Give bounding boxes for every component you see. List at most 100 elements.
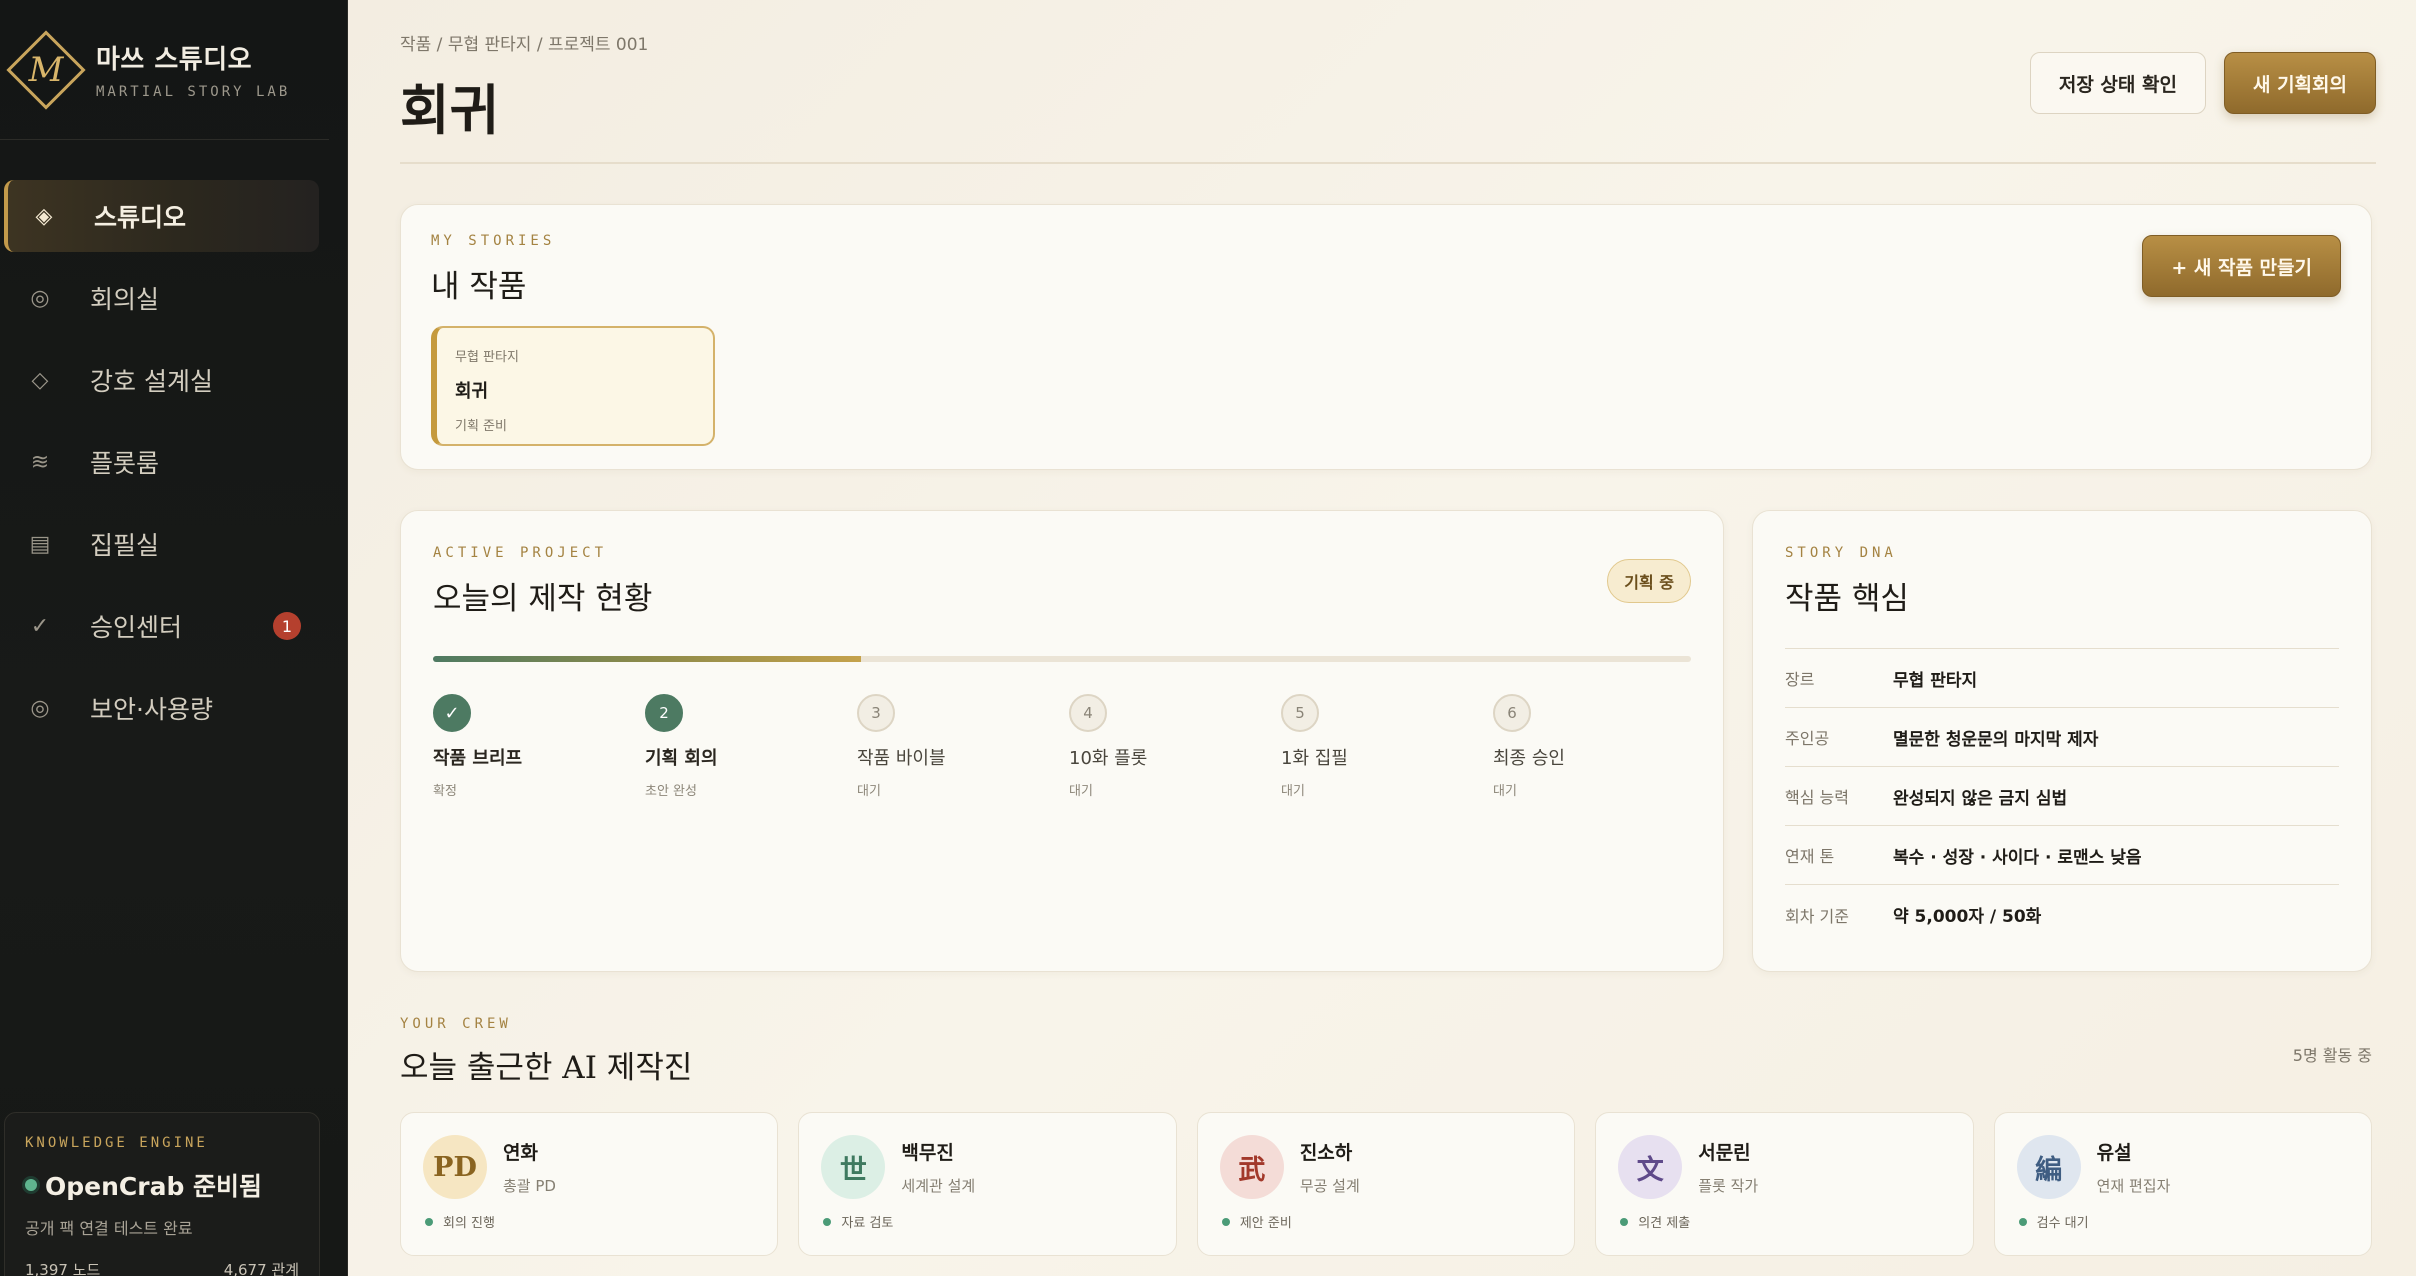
- new-story-button[interactable]: + 새 작품 만들기: [2142, 235, 2341, 297]
- step-number: 6: [1493, 694, 1531, 732]
- my-stories-card: MY STORIES 내 작품 + 새 작품 만들기 무협 판타지 회귀 기획 …: [400, 204, 2372, 470]
- section-title: 오늘의 제작 현황: [433, 581, 653, 617]
- step-label: 1화 집필: [1281, 748, 1348, 769]
- knowledge-engine-description: 공개 팩 연결 테스트 완료: [25, 1219, 193, 1238]
- status-dot-icon: [425, 1217, 433, 1226]
- crew-role: 플롯 작가: [1698, 1177, 1759, 1195]
- dna-row-protagonist: 주인공 멸문한 청운문의 마지막 제자: [1785, 708, 2339, 767]
- avatar: 世: [821, 1135, 886, 1199]
- step-story-bible[interactable]: 3 작품 바이블 대기: [857, 694, 1037, 799]
- crew-card-yeonhwa[interactable]: PD 연화 총괄 PD 회의 진행: [400, 1112, 779, 1256]
- crew-name: 진소하: [1299, 1142, 1353, 1164]
- target-ring-icon: ◎: [30, 285, 50, 311]
- step-status: 확정: [433, 784, 457, 799]
- sidebar-item-label: 강호 설계실: [90, 367, 213, 396]
- story-card[interactable]: 무협 판타지 회귀 기획 준비: [431, 326, 715, 446]
- story-name: 회귀: [455, 381, 489, 402]
- crew-role: 총괄 PD: [503, 1177, 556, 1195]
- step-number: 4: [1069, 694, 1107, 732]
- sidebar-item-label: 승인센터: [90, 613, 183, 642]
- step-number: 2: [645, 694, 683, 732]
- section-eyebrow: STORY DNA: [1785, 545, 1897, 561]
- crew-status: 제안 준비: [1239, 1216, 1292, 1231]
- check-icon: ✓: [433, 694, 471, 732]
- dna-list: 장르 무협 판타지 주인공 멸문한 청운문의 마지막 제자 핵심 능력 완성되지…: [1785, 648, 2339, 944]
- sidebar-item-label: 스튜디오: [94, 203, 187, 232]
- story-status: 기획 준비: [455, 419, 507, 434]
- step-status: 대기: [1069, 784, 1093, 799]
- step-brief[interactable]: ✓ 작품 브리프 확정: [433, 694, 613, 799]
- crew-count: 5명 활동 중: [2292, 1046, 2372, 1065]
- crew-name: 유설: [2096, 1142, 2132, 1164]
- crew-role: 무공 설계: [1299, 1177, 1360, 1195]
- knowledge-engine-status: OpenCrab 준비됨: [45, 1172, 263, 1201]
- crew-card-yuseol[interactable]: 編 유설 연재 편집자 검수 대기: [1993, 1112, 2373, 1256]
- section-eyebrow: YOUR CREW: [400, 1016, 512, 1032]
- new-meeting-button[interactable]: 새 기획회의: [2223, 52, 2376, 114]
- save-status-button[interactable]: 저장 상태 확인: [2029, 52, 2206, 114]
- sidebar-item-label: 회의실: [90, 285, 160, 314]
- crew-status: 자료 검토: [841, 1216, 894, 1231]
- progress-bar: [433, 656, 1691, 662]
- sidebar-item-approval-center[interactable]: ✓ 승인센터 1: [4, 590, 319, 662]
- step-number: 3: [857, 694, 895, 732]
- diamond-outline-icon: ◇: [31, 367, 49, 393]
- check-icon: ✓: [30, 613, 50, 639]
- dna-row-tone: 연재 톤 복수 · 성장 · 사이다 · 로맨스 낮음: [1785, 826, 2339, 885]
- sidebar-item-security-usage[interactable]: ◎ 보안·사용량: [4, 672, 319, 744]
- step-final-approval[interactable]: 6 최종 승인 대기: [1493, 694, 1673, 799]
- step-label: 10화 플롯: [1069, 748, 1148, 769]
- breadcrumb[interactable]: 작품 / 무협 판타지 / 프로젝트 001: [400, 30, 648, 55]
- step-episode-plot[interactable]: 4 10화 플롯 대기: [1069, 694, 1249, 799]
- sidebar-item-writing-room[interactable]: ▤ 집필실: [4, 508, 319, 580]
- logo-letter: M: [28, 49, 64, 90]
- section-title: 작품 핵심: [1785, 581, 1909, 617]
- brand[interactable]: M 마쓰 스튜디오 MARTIAL STORY LAB: [0, 0, 329, 140]
- dna-row-core-ability: 핵심 능력 완성되지 않은 금지 심법: [1785, 767, 2339, 826]
- knowledge-engine-panel[interactable]: KNOWLEDGE ENGINE OpenCrab 준비됨 공개 팩 연결 테스…: [4, 1112, 320, 1276]
- step-first-episode[interactable]: 5 1화 집필 대기: [1281, 694, 1461, 799]
- story-dna-card: STORY DNA 작품 핵심 장르 무협 판타지 주인공 멸문한 청운문의 마…: [1752, 510, 2372, 972]
- avatar: PD: [423, 1135, 487, 1199]
- section-title: 내 작품: [431, 269, 527, 305]
- step-status: 대기: [1493, 784, 1517, 799]
- crew-card-seomunrin[interactable]: 文 서문린 플롯 작가 의견 제출: [1595, 1112, 1974, 1256]
- status-dot-icon: [823, 1217, 832, 1226]
- brand-subtitle: MARTIAL STORY LAB: [96, 84, 291, 100]
- active-project-card: ACTIVE PROJECT 오늘의 제작 현황 기획 중 ✓ 작품 브리프 확…: [400, 510, 1724, 972]
- step-status: 초안 완성: [645, 784, 697, 799]
- status-dot-icon: [1620, 1217, 1629, 1226]
- step-status: 대기: [857, 784, 881, 799]
- sidebar-item-meeting-room[interactable]: ◎ 회의실: [4, 262, 319, 334]
- sidebar-nav: ◈ 스튜디오 ◎ 회의실 ◇ 강호 설계실 ≋ 플롯룸 ▤ 집필실 ✓ 승인센터: [0, 180, 347, 744]
- sidebar-item-plot-room[interactable]: ≋ 플롯룸: [4, 426, 319, 498]
- sidebar-item-world-design[interactable]: ◇ 강호 설계실: [4, 344, 319, 416]
- main-content: 작품 / 무협 판타지 / 프로젝트 001 회귀 저장 상태 확인 새 기획회…: [348, 0, 2416, 1276]
- step-planning-meeting[interactable]: 2 기획 회의 초안 완성: [645, 694, 825, 799]
- wave-icon: ≋: [30, 449, 50, 475]
- sidebar-item-label: 플롯룸: [90, 449, 160, 478]
- section-title: 오늘 출근한 AI 제작진: [400, 1050, 693, 1086]
- notification-badge: 1: [273, 612, 301, 640]
- crew-role: 연재 편집자: [2096, 1177, 2171, 1195]
- crew-role: 세계관 설계: [901, 1177, 976, 1195]
- relation-count: 4,677 관계: [223, 1261, 299, 1276]
- crew-name: 서문린: [1698, 1142, 1751, 1164]
- step-number: 5: [1281, 694, 1319, 732]
- story-genre: 무협 판타지: [455, 350, 519, 365]
- status-dot-icon: [25, 1179, 37, 1191]
- step-label: 작품 바이블: [857, 748, 946, 769]
- crew-header: YOUR CREW 오늘 출근한 AI 제작진 5명 활동 중: [400, 1016, 2372, 1086]
- status-dot-icon: [1221, 1217, 1230, 1226]
- phase-badge: 기획 중: [1607, 559, 1691, 603]
- diamond-filled-icon: ◈: [35, 203, 53, 229]
- crew-list: PD 연화 총괄 PD 회의 진행 世 백무진 세계관 설계 자료 검토 武 진…: [400, 1112, 2373, 1256]
- shield-ring-icon: ◎: [30, 695, 50, 721]
- sidebar: M 마쓰 스튜디오 MARTIAL STORY LAB ◈ 스튜디오 ◎ 회의실…: [0, 0, 348, 1276]
- step-label: 작품 브리프: [433, 748, 523, 769]
- crew-card-jinsoha[interactable]: 武 진소하 무공 설계 제안 준비: [1196, 1112, 1576, 1256]
- sidebar-item-studio[interactable]: ◈ 스튜디오: [4, 180, 319, 252]
- step-label: 기획 회의: [645, 748, 718, 769]
- crew-status: 의견 제출: [1638, 1216, 1691, 1231]
- crew-card-baekmujin[interactable]: 世 백무진 세계관 설계 자료 검토: [798, 1112, 1177, 1256]
